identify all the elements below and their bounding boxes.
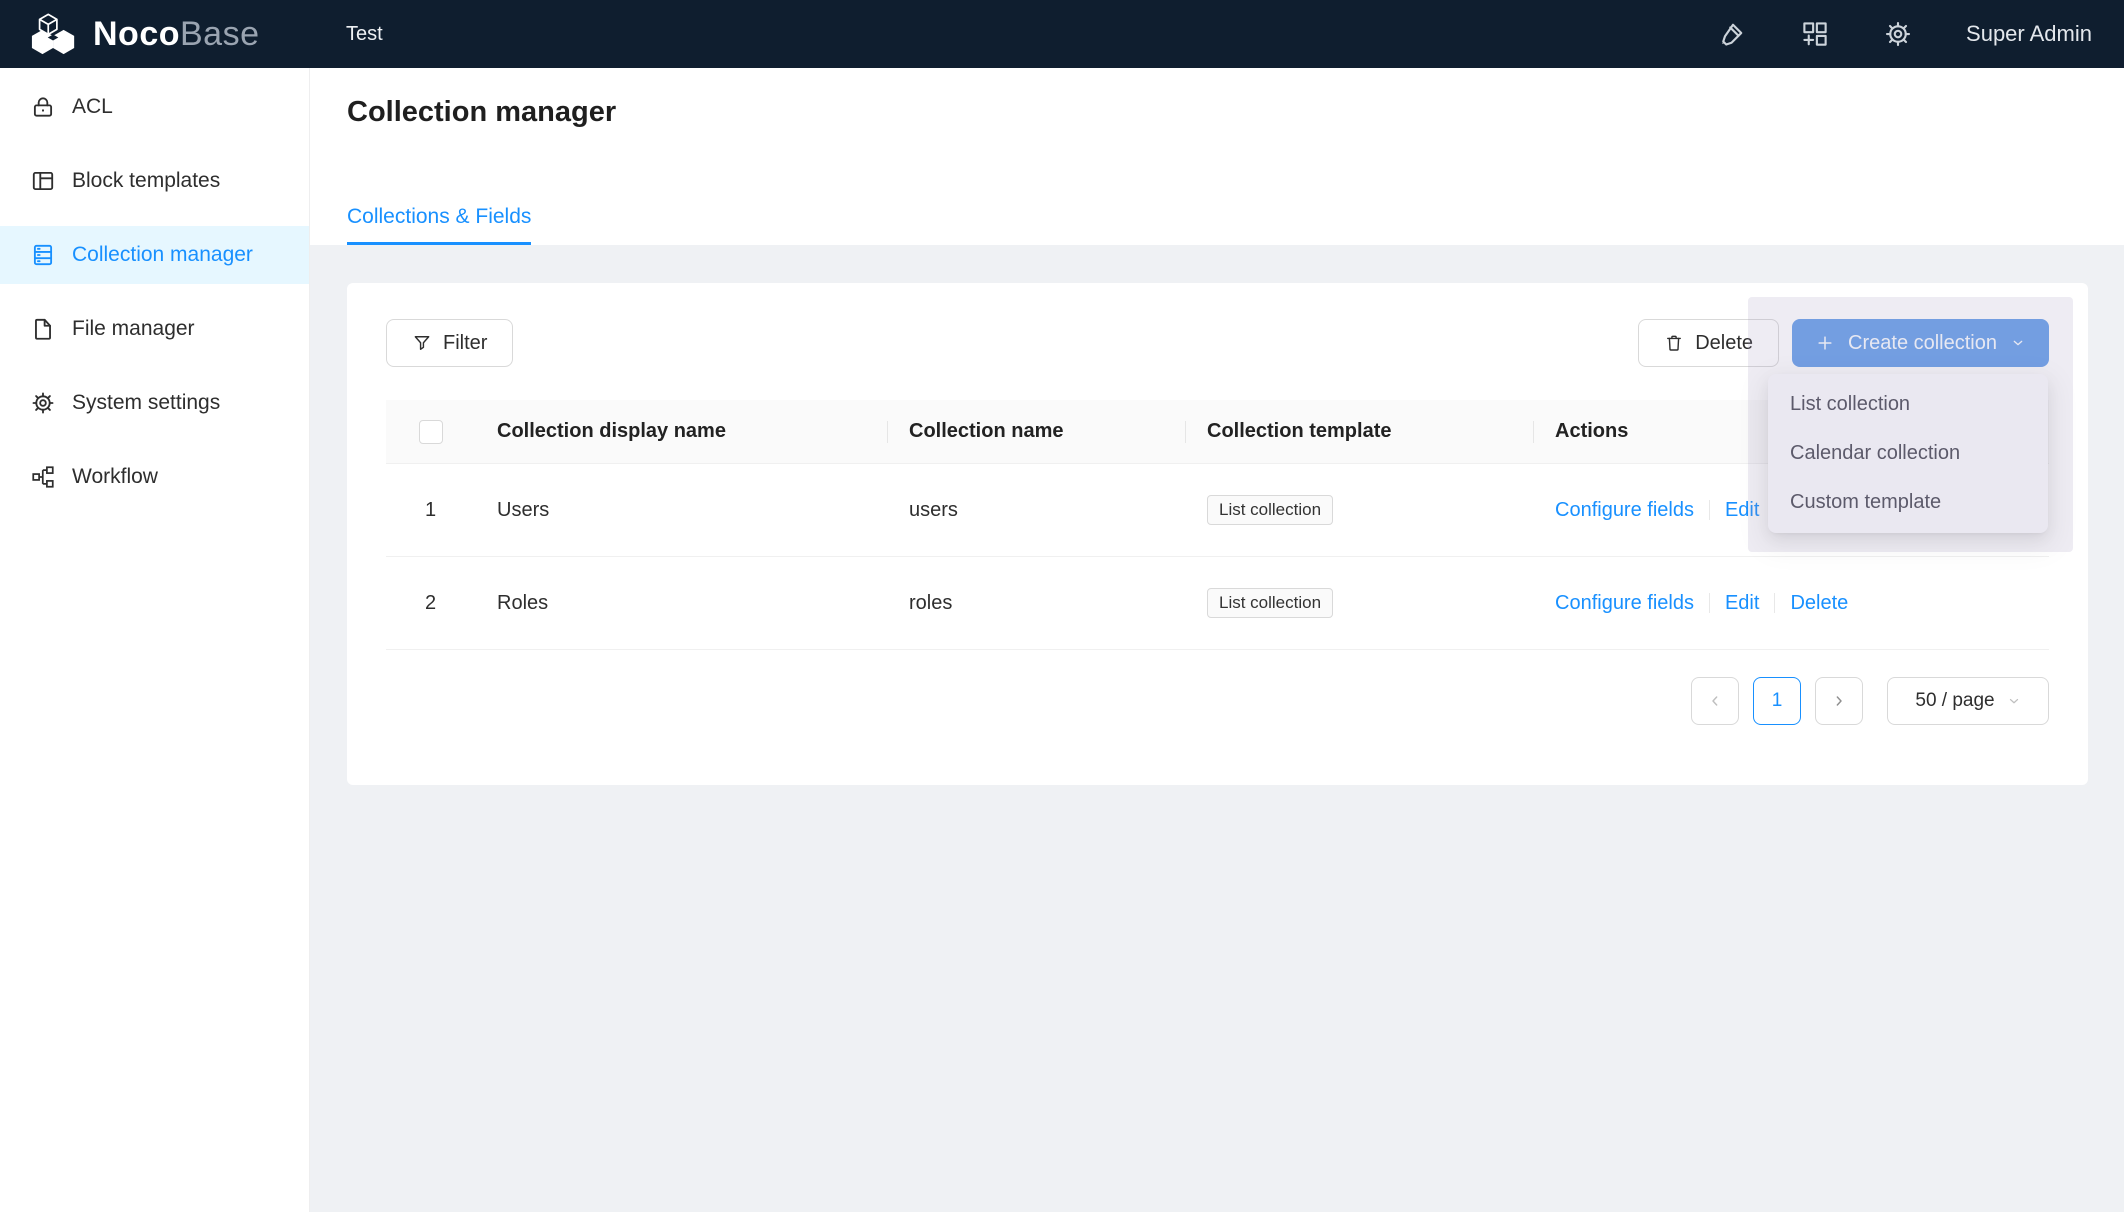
topbar: NocoBase Test [0,0,2124,68]
configure-fields-link[interactable]: Configure fields [1555,592,1694,615]
cell-collection-template: List collection [1185,588,1533,618]
sidebar-item-label: System settings [72,391,220,415]
collections-card: Filter Delete Create collection [347,283,2088,785]
chevron-left-icon [1707,693,1723,709]
cell-display-name: Users [475,499,887,522]
card-toolbar: Filter Delete Create collection [347,283,2088,367]
gear-icon[interactable] [1883,19,1913,49]
dropdown-item-list-collection[interactable]: List collection [1768,380,2048,429]
brand-light: Base [180,15,260,53]
cell-collection-template: List collection [1185,495,1533,525]
tab-collections-and-fields[interactable]: Collections & Fields [347,205,531,245]
edit-link[interactable]: Edit [1725,499,1759,522]
cell-actions: Configure fields Edit Delete [1533,592,2049,615]
column-header-template: Collection template [1185,420,1533,443]
toolbar-right: Delete Create collection [1638,319,2049,367]
filter-button-label: Filter [443,332,487,355]
column-divider [1185,421,1186,443]
table-row: 2 Roles roles List collection Configure … [386,557,2049,650]
template-tag: List collection [1207,588,1333,618]
sidebar-item-collection-manager[interactable]: Collection manager [0,226,309,284]
action-separator [1774,593,1775,613]
template-tag: List collection [1207,495,1333,525]
cell-collection-name: users [887,499,1185,522]
delete-button[interactable]: Delete [1638,319,1779,367]
page-size-value: 50 / page [1915,690,1994,712]
gear-icon [30,390,56,416]
plus-icon [1815,333,1835,353]
create-collection-label: Create collection [1848,332,1997,355]
appstore-add-icon[interactable] [1800,19,1830,49]
workflow-icon [30,464,56,490]
trash-icon [1664,333,1684,353]
lock-icon [30,94,56,120]
pagination-next-button[interactable] [1815,677,1863,725]
sidebar-item-label: File manager [72,317,195,341]
brand-name: NocoBase [93,15,260,54]
tabs: Collections & Fields [347,205,531,245]
chevron-right-icon [1831,693,1847,709]
sidebar-item-label: Workflow [72,465,158,489]
filter-button[interactable]: Filter [386,319,513,367]
sidebar-item-block-templates[interactable]: Block templates [0,152,309,210]
delete-button-label: Delete [1695,332,1753,355]
create-collection-button[interactable]: Create collection [1792,319,2049,367]
topnav: Test [310,23,383,46]
column-header-name: Collection name [887,420,1185,443]
sidebar-item-label: Collection manager [72,243,253,267]
sidebar-item-label: Block templates [72,169,220,193]
layout-icon [30,168,56,194]
topnav-item-test[interactable]: Test [346,23,383,46]
chevron-down-icon [2010,335,2026,351]
select-all-checkbox[interactable] [419,420,443,444]
cell-collection-name: roles [887,592,1185,615]
sidebar-item-label: ACL [72,95,113,119]
highlighter-icon[interactable] [1717,19,1747,49]
header-select-all-cell [386,420,475,444]
configure-fields-link[interactable]: Configure fields [1555,499,1694,522]
database-icon [30,242,56,268]
edit-link[interactable]: Edit [1725,592,1759,615]
sidebar-item-file-manager[interactable]: File manager [0,300,309,358]
delete-link[interactable]: Delete [1790,592,1848,615]
create-collection-dropdown: List collection Calendar collection Cust… [1768,374,2048,533]
sidebar-item-workflow[interactable]: Workflow [0,448,309,506]
action-separator [1709,593,1710,613]
page-header: Collection manager Collections & Fields [310,68,2124,245]
column-divider [1533,421,1534,443]
column-divider [887,421,888,443]
brand-bold: Noco [93,15,180,53]
topbar-right: Super Admin [1717,19,2124,49]
row-index: 2 [386,592,475,615]
dropdown-item-calendar-collection[interactable]: Calendar collection [1768,429,2048,478]
sidebar-item-acl[interactable]: ACL [0,78,309,136]
sidebar-item-system-settings[interactable]: System settings [0,374,309,432]
action-separator [1709,500,1710,520]
sidebar: ACL Block templates Collection manager F… [0,68,310,1212]
main-content: Collection manager Collections & Fields … [310,68,2124,1212]
page-size-select[interactable]: 50 / page [1887,677,2049,725]
pagination: 1 50 / page [386,677,2049,725]
cell-display-name: Roles [475,592,887,615]
app-logo[interactable]: NocoBase [0,10,310,58]
filter-icon [412,333,432,353]
nocobase-logo-icon [28,10,80,58]
user-menu[interactable]: Super Admin [1966,21,2092,47]
chevron-down-icon [2007,694,2021,708]
file-icon [30,316,56,342]
dropdown-item-custom-template[interactable]: Custom template [1768,478,2048,527]
page-title: Collection manager [347,68,2124,129]
pagination-prev-button[interactable] [1691,677,1739,725]
column-header-display-name: Collection display name [475,420,887,443]
pagination-page-1[interactable]: 1 [1753,677,1801,725]
row-index: 1 [386,499,475,522]
